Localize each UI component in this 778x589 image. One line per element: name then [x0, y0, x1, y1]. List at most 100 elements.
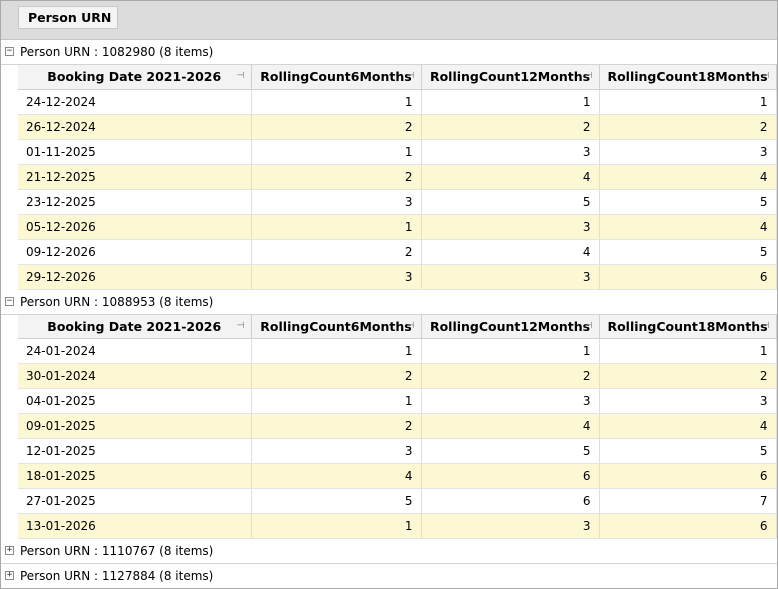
- table-row[interactable]: 26-12-2024 2 2 2: [18, 114, 777, 140]
- pin-icon[interactable]: ⊣: [407, 71, 415, 81]
- rolling-count-cell[interactable]: 4: [599, 413, 777, 439]
- rolling-count-cell[interactable]: 2: [599, 114, 777, 140]
- table-row[interactable]: 23-12-2025 3 5 5: [18, 189, 777, 215]
- booking-date-cell[interactable]: 13-01-2026: [18, 513, 252, 539]
- expand-group-icon[interactable]: +: [5, 571, 14, 580]
- booking-date-cell[interactable]: 09-01-2025: [18, 413, 252, 439]
- rolling-count-cell[interactable]: 5: [599, 239, 777, 265]
- table-row[interactable]: 05-12-2026 1 3 4: [18, 214, 777, 240]
- booking-date-cell[interactable]: 18-01-2025: [18, 463, 252, 489]
- rolling-count-cell[interactable]: 1: [251, 89, 422, 115]
- group-by-chip-person-urn[interactable]: Person URN: [18, 6, 118, 29]
- pin-icon[interactable]: ⊣: [237, 321, 245, 331]
- rolling-count-cell[interactable]: 1: [251, 338, 422, 364]
- booking-date-cell[interactable]: 30-01-2024: [18, 363, 252, 389]
- pin-icon[interactable]: ⊣: [407, 321, 415, 331]
- rolling-count-cell[interactable]: 3: [599, 139, 777, 165]
- rolling-count-cell[interactable]: 2: [251, 413, 422, 439]
- rolling-count-cell[interactable]: 6: [599, 463, 777, 489]
- group-row[interactable]: − Person URN : 1088953 (8 items): [1, 289, 777, 315]
- rolling-count-cell[interactable]: 7: [599, 488, 777, 514]
- collapse-group-icon[interactable]: −: [5, 296, 14, 306]
- rolling-count-cell[interactable]: 2: [251, 239, 422, 265]
- column-header[interactable]: RollingCount6Months ⊣: [251, 314, 422, 339]
- rolling-count-cell[interactable]: 4: [251, 463, 422, 489]
- rolling-count-cell[interactable]: 3: [599, 388, 777, 414]
- rolling-count-cell[interactable]: 2: [599, 363, 777, 389]
- table-row[interactable]: 09-01-2025 2 4 4: [18, 413, 777, 439]
- column-header[interactable]: RollingCount12Months ⊣: [421, 314, 600, 339]
- rolling-count-cell[interactable]: 2: [251, 164, 422, 190]
- rolling-count-cell[interactable]: 3: [421, 264, 600, 290]
- table-row[interactable]: 30-01-2024 2 2 2: [18, 363, 777, 389]
- rolling-count-cell[interactable]: 2: [421, 114, 600, 140]
- table-row[interactable]: 09-12-2026 2 4 5: [18, 239, 777, 265]
- column-header[interactable]: RollingCount6Months ⊣: [251, 65, 422, 90]
- pin-icon[interactable]: ⊣: [237, 71, 245, 81]
- rolling-count-cell[interactable]: 2: [421, 363, 600, 389]
- rolling-count-cell[interactable]: 6: [599, 513, 777, 539]
- rolling-count-cell[interactable]: 4: [599, 164, 777, 190]
- table-row[interactable]: 18-01-2025 4 6 6: [18, 463, 777, 489]
- booking-date-cell[interactable]: 23-12-2025: [18, 189, 252, 215]
- booking-date-cell[interactable]: 26-12-2024: [18, 114, 252, 140]
- booking-date-cell[interactable]: 04-01-2025: [18, 388, 252, 414]
- column-header[interactable]: Booking Date 2021-2026 ⊣: [18, 314, 252, 339]
- table-row[interactable]: 04-01-2025 1 3 3: [18, 388, 777, 414]
- rolling-count-cell[interactable]: 3: [421, 513, 600, 539]
- rolling-count-cell[interactable]: 3: [251, 438, 422, 464]
- rolling-count-cell[interactable]: 4: [599, 214, 777, 240]
- booking-date-cell[interactable]: 05-12-2026: [18, 214, 252, 240]
- rolling-count-cell[interactable]: 1: [251, 139, 422, 165]
- rolling-count-cell[interactable]: 1: [599, 89, 777, 115]
- booking-date-cell[interactable]: 09-12-2026: [18, 239, 252, 265]
- group-row[interactable]: + Person URN : 1110767 (8 items): [1, 539, 777, 564]
- rolling-count-cell[interactable]: 2: [251, 114, 422, 140]
- pin-icon[interactable]: ⊣: [762, 71, 770, 81]
- pin-icon[interactable]: ⊣: [762, 321, 770, 331]
- rolling-count-cell[interactable]: 1: [251, 388, 422, 414]
- rolling-count-cell[interactable]: 3: [421, 139, 600, 165]
- rolling-count-cell[interactable]: 4: [421, 164, 600, 190]
- rolling-count-cell[interactable]: 1: [251, 513, 422, 539]
- collapse-group-icon[interactable]: −: [5, 47, 14, 56]
- column-header[interactable]: RollingCount18Months ⊣: [599, 314, 777, 339]
- table-row[interactable]: 27-01-2025 5 6 7: [18, 488, 777, 514]
- table-row[interactable]: 13-01-2026 1 3 6: [18, 513, 777, 539]
- rolling-count-cell[interactable]: 3: [251, 264, 422, 290]
- booking-date-cell[interactable]: 29-12-2026: [18, 264, 252, 290]
- booking-date-cell[interactable]: 01-11-2025: [18, 139, 252, 165]
- booking-date-cell[interactable]: 24-01-2024: [18, 338, 252, 364]
- rolling-count-cell[interactable]: 1: [421, 89, 600, 115]
- group-row[interactable]: + Person URN : 1127884 (8 items): [1, 564, 777, 588]
- rolling-count-cell[interactable]: 3: [421, 388, 600, 414]
- table-row[interactable]: 24-01-2024 1 1 1: [18, 338, 777, 364]
- rolling-count-cell[interactable]: 5: [599, 189, 777, 215]
- column-header[interactable]: Booking Date 2021-2026 ⊣: [18, 65, 252, 90]
- rolling-count-cell[interactable]: 4: [421, 413, 600, 439]
- rolling-count-cell[interactable]: 5: [421, 438, 600, 464]
- column-header[interactable]: RollingCount12Months ⊣: [421, 65, 600, 90]
- rolling-count-cell[interactable]: 2: [251, 363, 422, 389]
- booking-date-cell[interactable]: 24-12-2024: [18, 89, 252, 115]
- table-row[interactable]: 12-01-2025 3 5 5: [18, 438, 777, 464]
- table-row[interactable]: 01-11-2025 1 3 3: [18, 139, 777, 165]
- column-header[interactable]: RollingCount18Months ⊣: [599, 65, 777, 90]
- expand-group-icon[interactable]: +: [5, 546, 14, 555]
- rolling-count-cell[interactable]: 6: [421, 488, 600, 514]
- rolling-count-cell[interactable]: 1: [421, 338, 600, 364]
- rolling-count-cell[interactable]: 5: [421, 189, 600, 215]
- rolling-count-cell[interactable]: 3: [251, 189, 422, 215]
- rolling-count-cell[interactable]: 3: [421, 214, 600, 240]
- rolling-count-cell[interactable]: 5: [599, 438, 777, 464]
- rolling-count-cell[interactable]: 1: [251, 214, 422, 240]
- booking-date-cell[interactable]: 12-01-2025: [18, 438, 252, 464]
- table-row[interactable]: 24-12-2024 1 1 1: [18, 89, 777, 115]
- pin-icon[interactable]: ⊣: [585, 71, 593, 81]
- rolling-count-cell[interactable]: 6: [421, 463, 600, 489]
- rolling-count-cell[interactable]: 5: [251, 488, 422, 514]
- group-row[interactable]: − Person URN : 1082980 (8 items): [1, 40, 777, 65]
- rolling-count-cell[interactable]: 6: [599, 264, 777, 290]
- rolling-count-cell[interactable]: 1: [599, 338, 777, 364]
- pin-icon[interactable]: ⊣: [585, 321, 593, 331]
